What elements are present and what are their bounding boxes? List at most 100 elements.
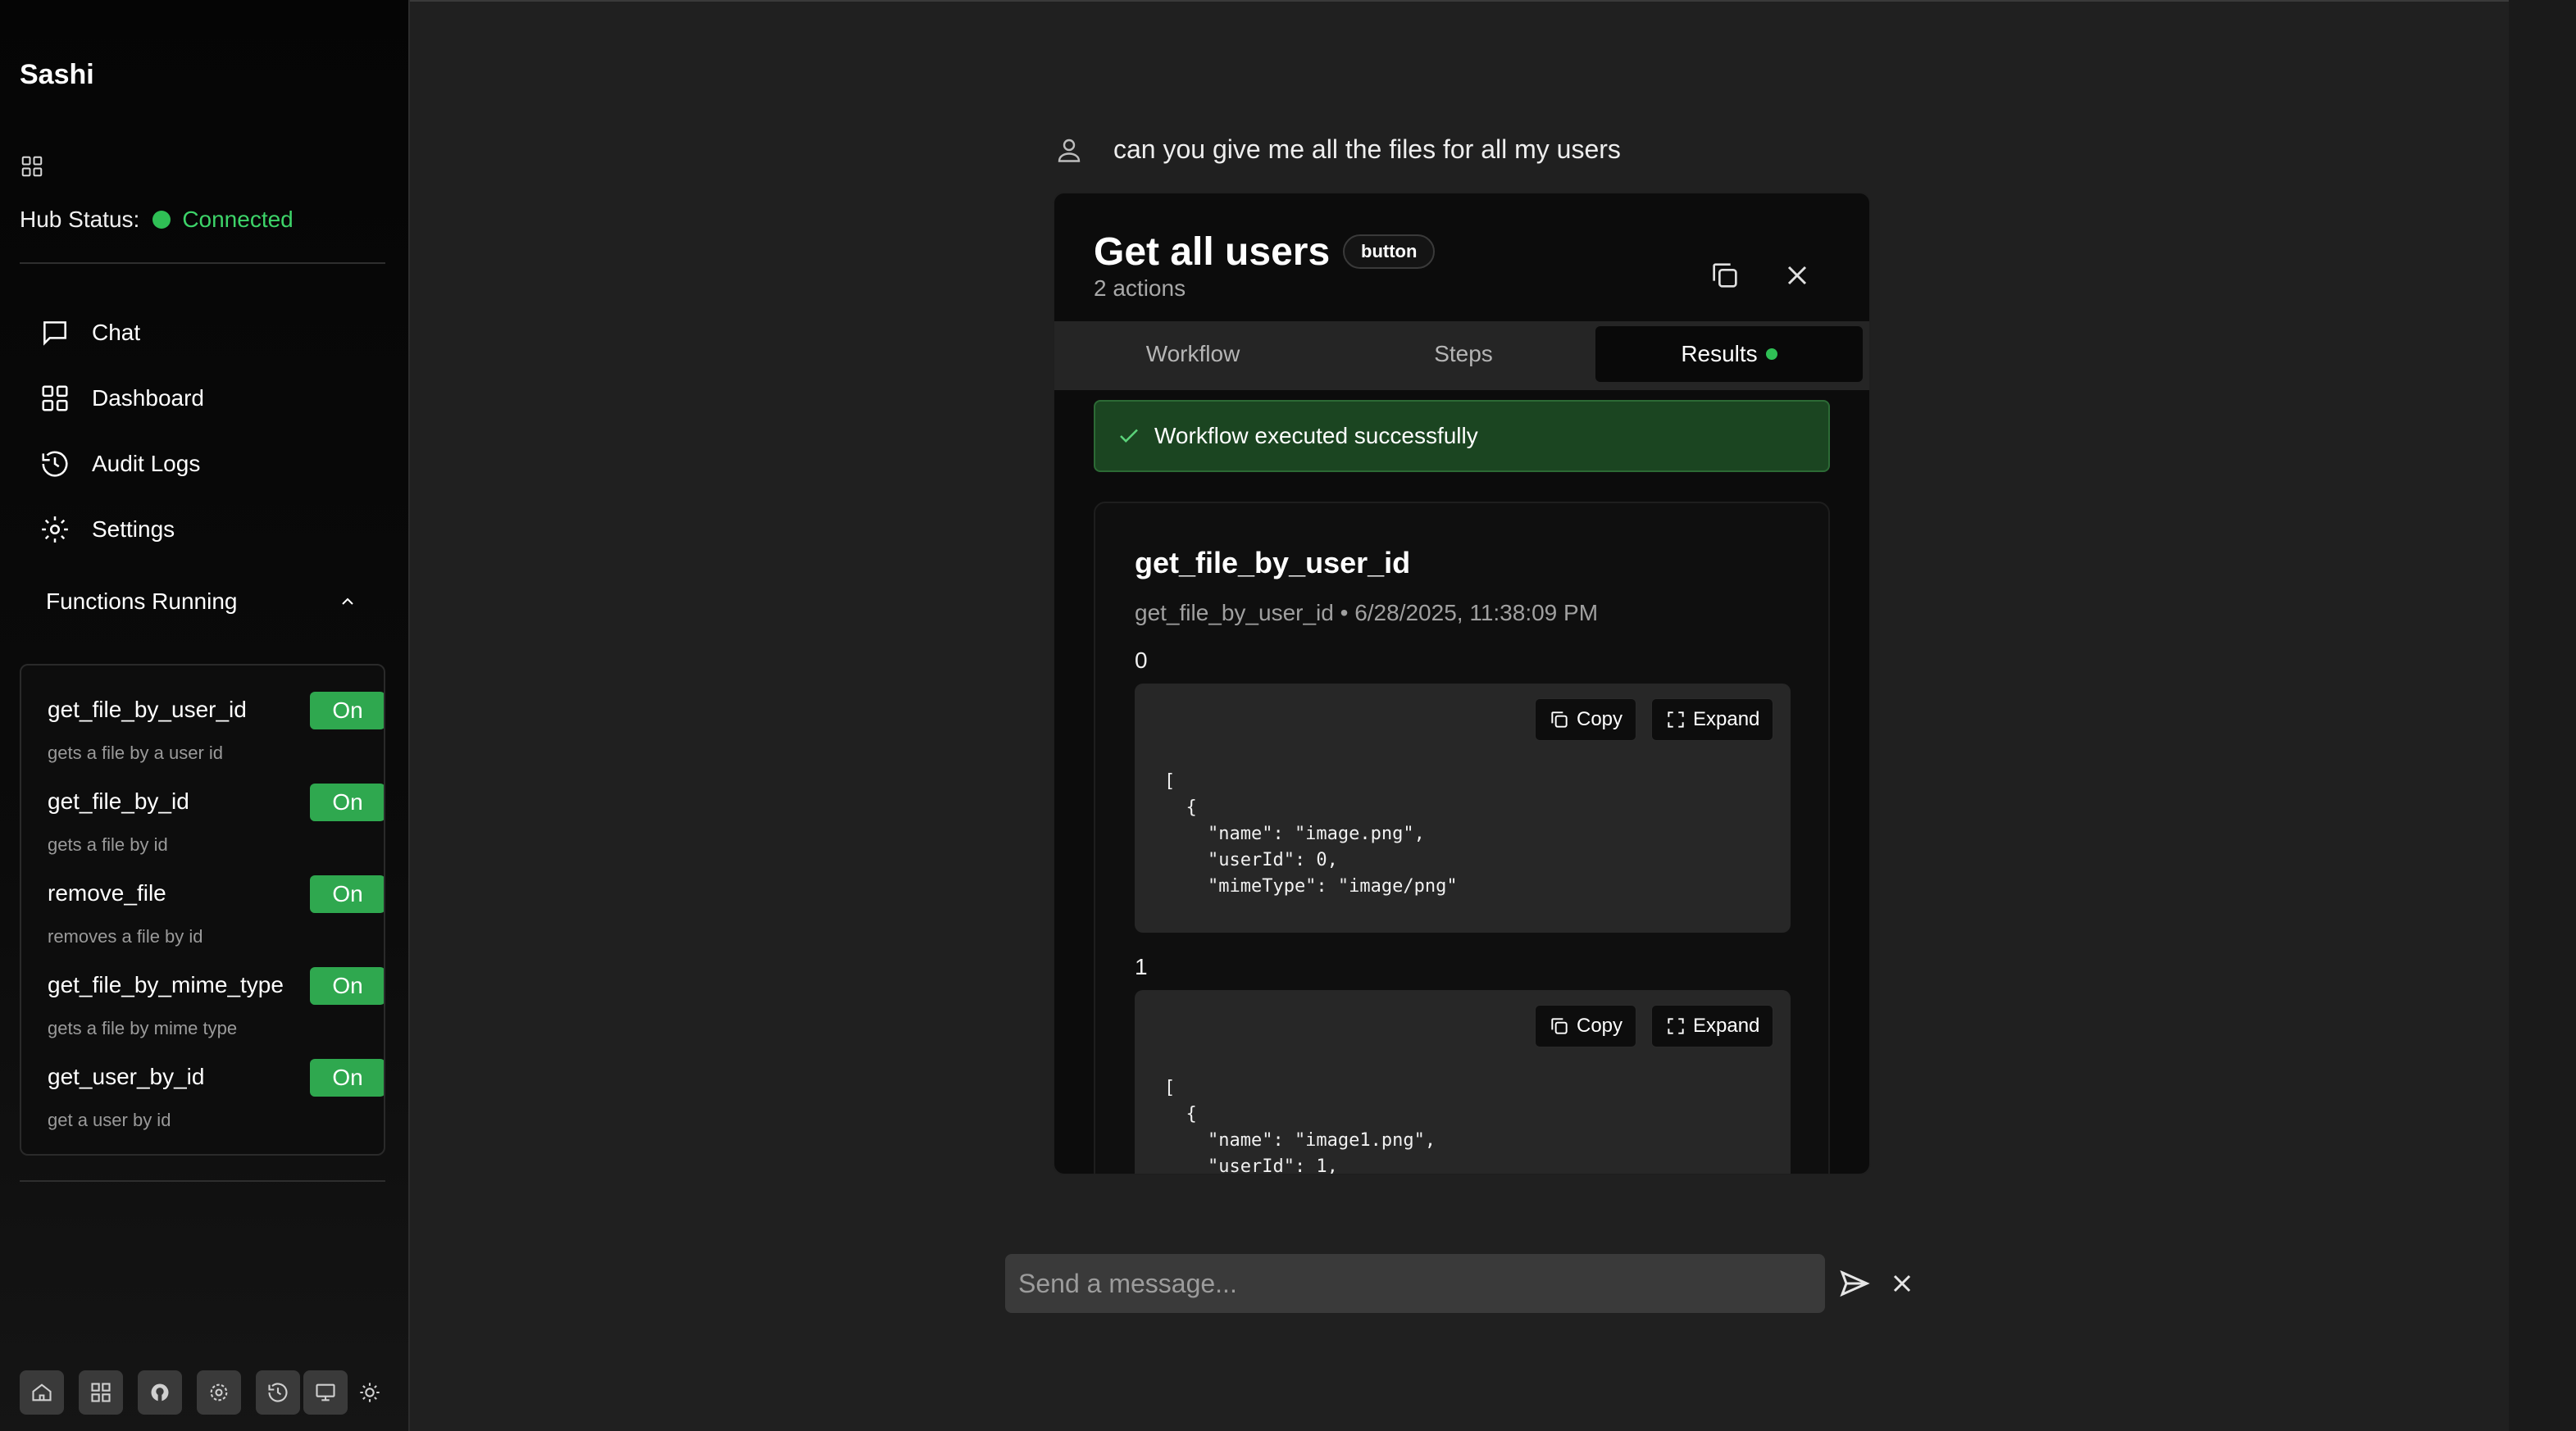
grid-button[interactable] [79,1370,123,1415]
sidebar-item-audit-logs[interactable]: Audit Logs [39,431,204,497]
tab-label: Results [1681,341,1758,366]
workflow-action-count: 2 actions [1094,275,1186,301]
monitor-icon [316,1383,335,1401]
gear-icon [210,1383,228,1401]
home-button[interactable] [20,1370,64,1415]
user-message-text: can you give me all the files for all my… [1113,134,1621,164]
right-panel-edge [2509,0,2576,1431]
status-dot-icon [152,211,171,229]
expand-icon [1668,1018,1684,1034]
expand-label: Expand [1693,708,1760,730]
code-block: Copy Expand [ { "name": "image1.png", "u… [1135,990,1791,1175]
function-name: get_user_by_id [48,1064,205,1089]
result-index: 1 [1135,954,1148,979]
tab-workflow[interactable]: Workflow [1059,326,1327,382]
success-alert: Workflow executed successfully [1094,400,1830,472]
function-name: remove_file [48,880,166,906]
sidebar-item-label: Settings [92,516,175,542]
sidebar-item-label: Chat [92,320,141,345]
grid-icon [91,1383,111,1402]
check-icon [1120,429,1138,443]
message-input-wrapper [1005,1254,1825,1313]
tab-steps[interactable]: Steps [1330,326,1597,382]
copy-label: Copy [1577,1015,1623,1037]
copy-label: Copy [1577,708,1623,730]
home-icon [32,1383,52,1401]
sidebar-item-settings[interactable]: Settings [39,497,204,562]
workflow-tabs: Workflow Steps Results [1054,321,1869,390]
code-block: Copy Expand [ { "name": "image.png", "us… [1135,684,1791,933]
brand-title: Sashi [20,59,94,90]
result-title: get_file_by_user_id [1135,546,1411,579]
function-desc: gets a file by id [48,834,168,855]
user-icon [1058,139,1081,162]
function-desc: removes a file by id [48,926,203,947]
sidebar-item-label: Audit Logs [92,451,201,476]
functions-panel[interactable]: get_file_by_user_id On gets a file by a … [20,664,385,1156]
copy-icon [1551,711,1568,728]
history-icon [42,451,68,477]
user-message: can you give me all the files for all my… [1054,134,1621,165]
function-toggle[interactable]: On [310,875,384,913]
monitor-button[interactable] [303,1370,348,1415]
result-index: 0 [1135,647,1148,673]
code-content: [ { "name": "image.png", "userId": 0, "m… [1164,771,1458,897]
workflow-type-badge: button [1343,234,1436,269]
sidebar-nav: Chat Dashboard Audit Logs Settings [39,300,204,562]
function-toggle[interactable]: On [310,784,384,821]
gear-icon [42,516,68,543]
sun-icon [360,1383,380,1402]
dashboard-icon [42,385,68,411]
settings-button[interactable] [197,1370,241,1415]
function-name: get_file_by_user_id [48,697,247,722]
github-button[interactable] [138,1370,182,1415]
result-meta: get_file_by_user_id • 6/28/2025, 11:38:0… [1135,600,1599,625]
workflow-card: Get all users button 2 actions Workflow … [1053,192,1871,1175]
code-content: [ { "name": "image1.png", "userId": 1, [1164,1078,1436,1175]
history-icon [268,1383,288,1402]
status-dot-icon [1765,348,1777,360]
function-toggle[interactable]: On [310,692,384,729]
function-name: get_file_by_mime_type [48,972,284,997]
copy-icon [1551,1018,1568,1034]
bottom-toolbar [20,1370,392,1415]
message-input[interactable] [1005,1254,1825,1313]
grid-icon[interactable] [20,154,44,179]
close-icon[interactable] [1887,1269,1917,1298]
function-name: get_file_by_id [48,788,189,814]
tab-results[interactable]: Results [1595,326,1863,382]
send-icon[interactable] [1836,1267,1873,1300]
tab-label: Steps [1434,341,1493,366]
sidebar-item-label: Dashboard [92,385,204,411]
history-button[interactable] [256,1370,300,1415]
copy-icon[interactable] [1709,259,1741,292]
function-toggle[interactable]: On [310,1059,384,1097]
result-panel: get_file_by_user_id get_file_by_user_id … [1094,502,1830,1175]
chat-icon [43,321,66,346]
chevron-up-icon [342,597,353,605]
hub-status: Hub Status: Connected [20,207,294,233]
sidebar-item-dashboard[interactable]: Dashboard [39,366,204,431]
theme-button[interactable] [348,1370,392,1415]
expand-button[interactable]: Expand [1651,1005,1774,1047]
success-message: Workflow executed successfully [1154,423,1478,448]
expand-button[interactable]: Expand [1651,698,1774,741]
function-toggle[interactable]: On [310,967,384,1005]
github-icon [151,1383,169,1401]
expand-icon [1668,711,1684,728]
hub-status-label: Hub Status: [20,207,140,232]
functions-running-toggle[interactable]: Functions Running [46,588,357,615]
divider [20,262,385,264]
divider [20,1180,385,1182]
function-desc: gets a file by mime type [48,1018,238,1038]
expand-label: Expand [1693,1015,1760,1037]
sidebar-item-chat[interactable]: Chat [39,300,204,366]
close-icon[interactable] [1781,259,1814,292]
copy-button[interactable]: Copy [1535,698,1637,741]
function-desc: gets a file by a user id [48,743,224,763]
function-desc: get a user by id [48,1110,171,1130]
hub-status-value: Connected [182,207,294,232]
copy-button[interactable]: Copy [1535,1005,1637,1047]
sidebar: Sashi Hub Status: Connected Chat Dashboa… [0,0,410,1431]
tab-label: Workflow [1145,341,1240,366]
